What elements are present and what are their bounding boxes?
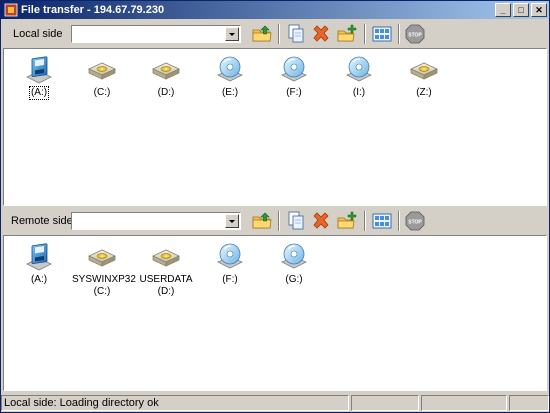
cd-drive-icon	[214, 55, 246, 85]
folder-up-icon	[251, 210, 273, 232]
drive-label: (Z:)	[416, 87, 432, 98]
view-button[interactable]	[371, 210, 393, 232]
local-drive-z[interactable]: (Z:)	[394, 55, 454, 99]
window-controls: _ □ ✕	[493, 3, 547, 17]
drive-label: (A:)	[30, 274, 48, 285]
drive-label: USERDATA (D:)	[139, 274, 193, 297]
remote-drive-d[interactable]: USERDATA (D:)	[136, 242, 196, 298]
hard-drive-icon	[150, 55, 182, 85]
status-panel-4	[509, 395, 549, 411]
cd-drive-icon	[343, 55, 375, 85]
app-icon	[4, 3, 18, 17]
copy-icon	[285, 210, 307, 232]
copy-button[interactable]	[285, 23, 307, 45]
stop-icon: STOP	[404, 210, 426, 232]
minimize-button[interactable]: _	[495, 3, 511, 17]
local-side-label: Local side	[13, 28, 63, 40]
title-bar[interactable]: File transfer - 194.67.79.230 _ □ ✕	[1, 1, 549, 19]
file-transfer-window: File transfer - 194.67.79.230 _ □ ✕ Loca…	[0, 0, 550, 413]
remote-pane[interactable]: (A:) SYSWINXP32 (C:) USERDATA (D:) (F:) …	[3, 235, 547, 391]
copy-icon	[285, 23, 307, 45]
folder-up-icon	[251, 23, 273, 45]
floppy-drive-icon	[23, 55, 55, 85]
local-pane[interactable]: (A:) (C:) (D:) (E:) (F:) (I:) (Z:)	[3, 48, 547, 206]
local-drive-i[interactable]: (I:)	[329, 55, 389, 99]
drive-label: (G:)	[285, 274, 303, 285]
stop-button[interactable]: STOP	[404, 23, 426, 45]
folder-up-button[interactable]	[251, 210, 273, 232]
remote-drive-f[interactable]: (F:)	[200, 242, 260, 286]
remote-toolbar: Remote side STOP	[1, 207, 549, 235]
hard-drive-icon	[150, 242, 182, 272]
chevron-down-icon[interactable]	[225, 214, 239, 228]
status-bar: Local side: Loading directory ok	[1, 393, 549, 412]
local-drive-a[interactable]: (A:)	[9, 55, 69, 100]
delete-icon	[310, 210, 332, 232]
stop-button[interactable]: STOP	[404, 210, 426, 232]
cd-drive-icon	[278, 55, 310, 85]
stop-icon: STOP	[404, 23, 426, 45]
cd-drive-icon	[214, 242, 246, 272]
status-panel-3	[421, 395, 507, 411]
new-folder-icon	[336, 210, 358, 232]
remote-path-combo[interactable]	[71, 212, 241, 230]
local-drive-c[interactable]: (C:)	[72, 55, 132, 99]
window-title: File transfer - 194.67.79.230	[21, 4, 165, 16]
toolbar-separator	[278, 24, 280, 44]
folder-up-button[interactable]	[251, 23, 273, 45]
stop-icon-text: STOP	[408, 33, 422, 39]
local-toolbar: Local side STOP	[1, 20, 549, 48]
close-button[interactable]: ✕	[531, 3, 547, 17]
new-folder-button[interactable]	[336, 210, 358, 232]
drive-label: SYSWINXP32 (C:)	[72, 274, 136, 297]
local-drive-e[interactable]: (E:)	[200, 55, 260, 99]
chevron-down-icon[interactable]	[225, 27, 239, 41]
drive-label: (C:)	[93, 87, 111, 98]
local-drive-d[interactable]: (D:)	[136, 55, 196, 99]
drive-label: (I:)	[352, 87, 366, 98]
drive-label: (E:)	[221, 87, 239, 98]
status-panel-2	[351, 395, 419, 411]
hard-drive-icon	[86, 242, 118, 272]
status-text: Local side: Loading directory ok	[1, 395, 349, 411]
floppy-drive-icon	[23, 242, 55, 272]
delete-button[interactable]	[310, 210, 332, 232]
hard-drive-icon	[408, 55, 440, 85]
remote-drive-g[interactable]: (G:)	[264, 242, 324, 286]
view-button[interactable]	[371, 23, 393, 45]
remote-side-label: Remote side	[11, 215, 73, 227]
stop-icon-text: STOP	[408, 220, 422, 226]
drive-label: (F:)	[222, 274, 238, 285]
drive-label: (A:)	[28, 86, 50, 100]
copy-button[interactable]	[285, 210, 307, 232]
cd-drive-icon	[278, 242, 310, 272]
remote-drive-c[interactable]: SYSWINXP32 (C:)	[72, 242, 136, 298]
toolbar-separator	[364, 24, 366, 44]
view-icon	[371, 23, 393, 45]
toolbar-separator	[364, 211, 366, 231]
local-path-combo[interactable]	[71, 25, 241, 43]
drive-label: (D:)	[157, 87, 175, 98]
new-folder-icon	[336, 23, 358, 45]
delete-icon	[310, 23, 332, 45]
delete-button[interactable]	[310, 23, 332, 45]
new-folder-button[interactable]	[336, 23, 358, 45]
hard-drive-icon	[86, 55, 118, 85]
toolbar-separator	[398, 24, 400, 44]
drive-label: (F:)	[286, 87, 302, 98]
view-icon	[371, 210, 393, 232]
toolbar-separator	[398, 211, 400, 231]
toolbar-separator	[278, 211, 280, 231]
maximize-button[interactable]: □	[513, 3, 529, 17]
remote-drive-a[interactable]: (A:)	[9, 242, 69, 286]
local-drive-f[interactable]: (F:)	[264, 55, 324, 99]
